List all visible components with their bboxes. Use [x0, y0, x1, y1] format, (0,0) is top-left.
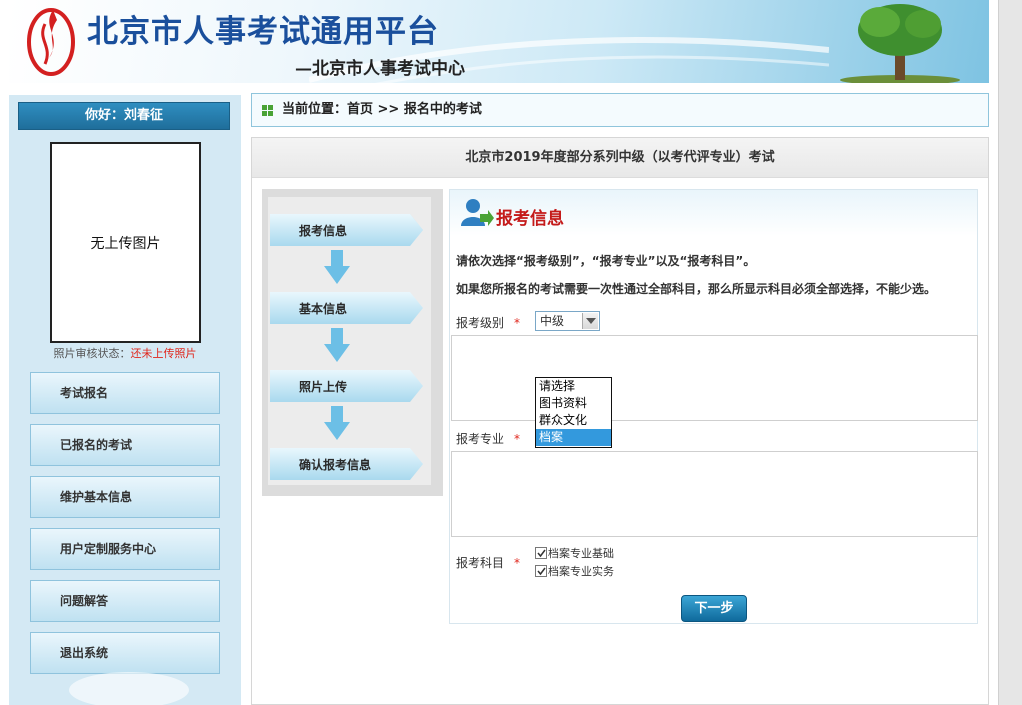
breadcrumb-text: 当前位置：首页 >> 报名中的考试: [282, 102, 482, 117]
major-option[interactable]: 请选择: [536, 378, 611, 395]
subject-label-text: 报考科目: [456, 556, 505, 570]
photo-status: 照片审核状态：还未上传照片: [9, 345, 241, 361]
arrow-down-icon: [324, 406, 350, 440]
nav-faq[interactable]: 问题解答: [30, 580, 220, 622]
subject-label-practice: 档案专业实务: [548, 565, 614, 578]
major-option[interactable]: 群众文化: [536, 412, 611, 429]
nav-user-service-center[interactable]: 用户定制服务中心: [30, 528, 220, 570]
arrow-down-icon: [324, 328, 350, 362]
photo-status-value: 还未上传照片: [130, 347, 197, 360]
required-mark: *: [514, 432, 521, 446]
form-note-order: 请依次选择“报考级别”，“报考专业”以及“报考科目”。: [456, 254, 756, 268]
step-arrow-shape: [270, 370, 423, 402]
main-panel: 北京市2019年度部分系列中级（以考代评专业）考试 报考信息 基本信息 照片上传…: [251, 137, 989, 705]
form-header: 报考信息: [450, 190, 977, 236]
level-label: 报考级别 *: [456, 314, 520, 331]
user-arrow-icon: [461, 199, 494, 226]
chevron-down-icon[interactable]: [582, 313, 598, 329]
next-button[interactable]: 下一步: [681, 595, 747, 622]
level-select[interactable]: 中级: [535, 311, 600, 331]
arrow-down-icon: [324, 250, 350, 284]
step-arrow-shape: [270, 214, 423, 246]
check-icon: [537, 549, 546, 558]
site-subtitle: —北京市人事考试中心: [295, 59, 465, 79]
flame-logo-icon: [27, 8, 75, 76]
subject-checkbox-basic[interactable]: 档案专业基础: [535, 545, 614, 561]
major-area: [451, 335, 978, 421]
major-label: 报考专业 *: [456, 430, 520, 447]
photo-status-label: 照片审核状态：: [53, 347, 131, 360]
subject-area: [451, 451, 978, 537]
required-mark: *: [514, 316, 521, 330]
header-banner: 北京市人事考试通用平台 —北京市人事考试中心: [9, 0, 989, 83]
checkbox[interactable]: [535, 547, 547, 559]
subject-checkbox-practice[interactable]: 档案专业实务: [535, 563, 614, 579]
level-label-text: 报考级别: [456, 316, 505, 330]
step-label: 基本信息: [299, 302, 348, 316]
photo-placeholder: 无上传图片: [90, 235, 161, 252]
required-mark: *: [514, 556, 521, 570]
exam-title: 北京市2019年度部分系列中级（以考代评专业）考试: [252, 138, 988, 178]
form-note-all-subjects: 如果您所报名的考试需要一次性通过全部科目，那么所显示科目必须全部选择，不能少选。: [456, 282, 937, 296]
nav-exam-registration[interactable]: 考试报名: [30, 372, 220, 414]
checkbox[interactable]: [535, 565, 547, 577]
step-confirm-info: 确认报考信息: [270, 446, 425, 482]
step-list: 报考信息 基本信息 照片上传 确认报考信息: [262, 189, 443, 496]
subject-label: 报考科目 *: [456, 554, 520, 571]
major-label-text: 报考专业: [456, 432, 505, 446]
major-option[interactable]: 图书资料: [536, 395, 611, 412]
nav-maintain-basic-info[interactable]: 维护基本信息: [30, 476, 220, 518]
step-label: 确认报考信息: [299, 458, 372, 472]
sidebar-decoration: [69, 672, 189, 705]
step-exam-info: 报考信息: [270, 212, 425, 248]
tree-icon: [840, 4, 960, 83]
step-label: 报考信息: [299, 224, 348, 238]
step-arrow-shape: [270, 292, 423, 324]
form-heading: 报考信息: [496, 209, 564, 229]
photo-frame[interactable]: 无上传图片: [50, 142, 201, 343]
registration-form: 报考信息 请依次选择“报考级别”，“报考专业”以及“报考科目”。 如果您所报名的…: [449, 189, 978, 624]
subject-label-basic: 档案专业基础: [548, 547, 614, 560]
user-greeting: 你好：刘春征: [18, 102, 230, 130]
step-basic-info: 基本信息: [270, 290, 425, 326]
left-sidebar: 你好：刘春征 无上传图片 照片审核状态：还未上传照片 考试报名 已报名的考试 维…: [9, 95, 241, 705]
breadcrumb: 当前位置：首页 >> 报名中的考试: [251, 93, 989, 127]
major-dropdown-list[interactable]: 请选择 图书资料 群众文化 档案: [535, 377, 612, 448]
grid-icon: [262, 105, 273, 116]
step-label: 照片上传: [299, 380, 348, 394]
level-select-value: 中级: [540, 314, 565, 328]
scrollbar[interactable]: [998, 0, 1022, 705]
nav-registered-exams[interactable]: 已报名的考试: [30, 424, 220, 466]
major-option-selected[interactable]: 档案: [536, 429, 611, 446]
step-list-inner: 报考信息 基本信息 照片上传 确认报考信息: [268, 197, 431, 485]
step-photo-upload: 照片上传: [270, 368, 425, 404]
check-icon: [537, 567, 546, 576]
